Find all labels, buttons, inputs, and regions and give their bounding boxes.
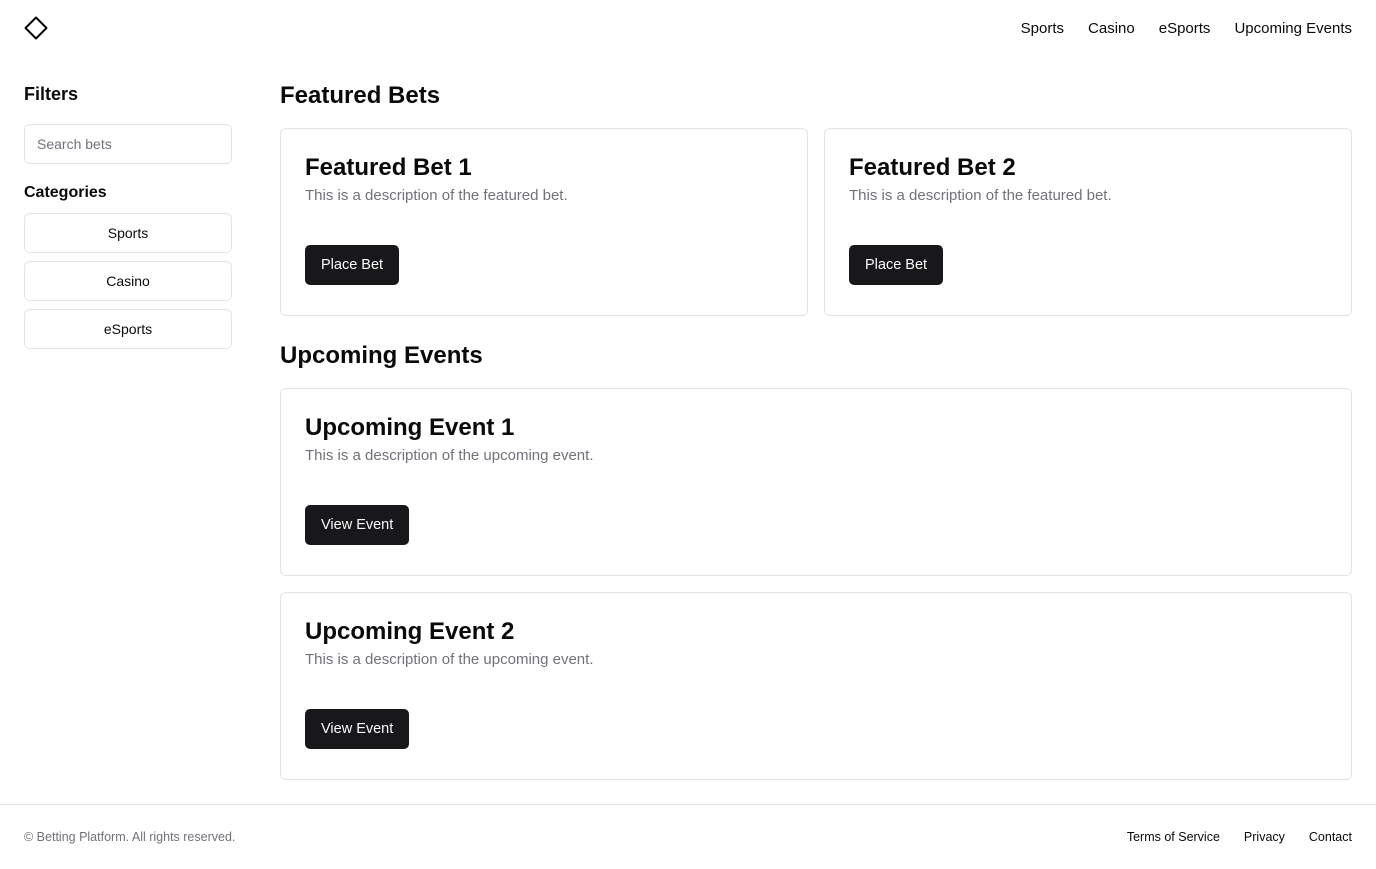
filters-sidebar: Filters Categories Sports Casino eSports (24, 80, 232, 357)
card-title: Upcoming Event 2 (305, 618, 515, 645)
nav-upcoming-events[interactable]: Upcoming Events (1234, 20, 1352, 37)
category-esports-button[interactable]: eSports (24, 309, 232, 349)
upcoming-events-list: Upcoming Event 1 This is a description o… (280, 388, 1352, 780)
category-casino-button[interactable]: Casino (24, 261, 232, 301)
upcoming-events-title: Upcoming Events (280, 342, 483, 369)
diamond-icon (24, 16, 48, 40)
main-content: Featured Bets Featured Bet 1 This is a d… (280, 80, 1352, 796)
search-input[interactable] (24, 124, 232, 164)
footer-link-privacy[interactable]: Privacy (1244, 830, 1285, 844)
card-description: This is a description of the featured be… (849, 187, 1112, 204)
card-title: Upcoming Event 1 (305, 414, 515, 441)
card-title: Featured Bet 2 (849, 154, 1016, 181)
featured-bets-title: Featured Bets (280, 82, 441, 109)
site-header: Sports Casino eSports Upcoming Events (0, 0, 1376, 56)
footer-links: Terms of Service Privacy Contact (1127, 830, 1352, 844)
featured-bet-card: Featured Bet 2 This is a description of … (824, 128, 1352, 316)
featured-bet-card: Featured Bet 1 This is a description of … (280, 128, 808, 316)
upcoming-event-card: Upcoming Event 1 This is a description o… (280, 388, 1352, 576)
nav-esports[interactable]: eSports (1159, 20, 1211, 37)
place-bet-button[interactable]: Place Bet (849, 245, 944, 285)
card-description: This is a description of the upcoming ev… (305, 447, 594, 464)
upcoming-event-card: Upcoming Event 2 This is a description o… (280, 592, 1352, 780)
footer-link-terms[interactable]: Terms of Service (1127, 830, 1220, 844)
categories-title: Categories (24, 184, 107, 201)
card-title: Featured Bet 1 (305, 154, 472, 181)
nav-sports[interactable]: Sports (1021, 20, 1064, 37)
card-description: This is a description of the featured be… (305, 187, 568, 204)
featured-bets-grid: Featured Bet 1 This is a description of … (280, 128, 1352, 316)
logo-link[interactable] (24, 16, 48, 40)
nav-casino[interactable]: Casino (1088, 20, 1135, 37)
footer-link-contact[interactable]: Contact (1309, 830, 1352, 844)
site-footer: © Betting Platform. All rights reserved.… (0, 804, 1376, 869)
card-description: This is a description of the upcoming ev… (305, 651, 594, 668)
main-nav: Sports Casino eSports Upcoming Events (1021, 20, 1352, 37)
filters-title: Filters (24, 84, 79, 104)
copyright-text: © Betting Platform. All rights reserved. (24, 830, 236, 844)
category-sports-button[interactable]: Sports (24, 213, 232, 253)
view-event-button[interactable]: View Event (305, 709, 410, 749)
view-event-button[interactable]: View Event (305, 505, 410, 545)
place-bet-button[interactable]: Place Bet (305, 245, 400, 285)
